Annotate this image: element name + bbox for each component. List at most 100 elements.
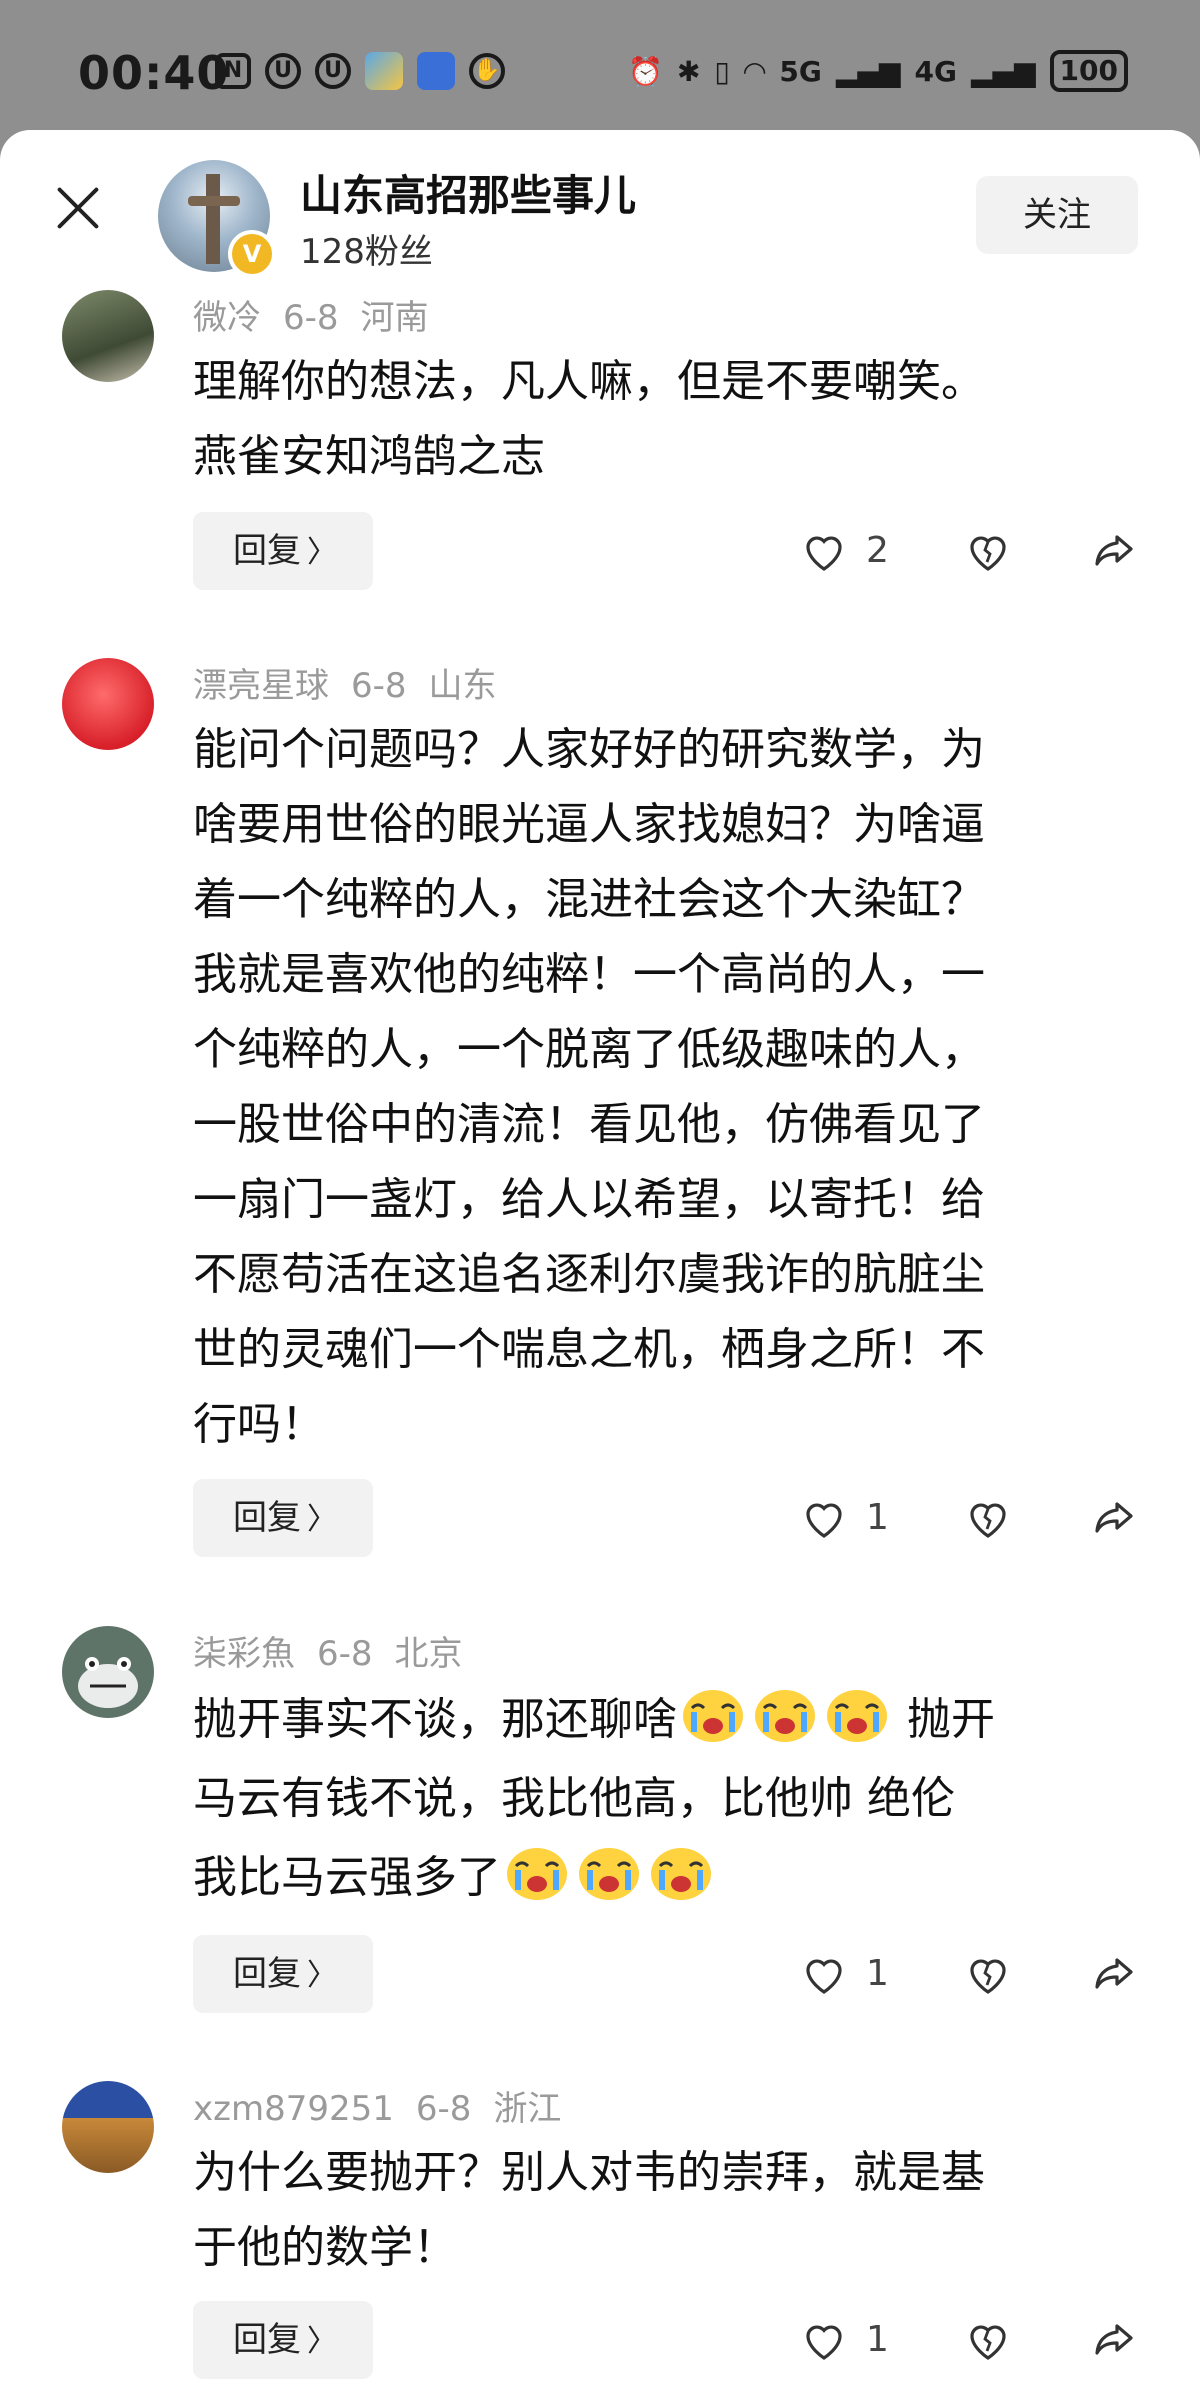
chevron-right-icon: 〉	[307, 2324, 337, 2359]
chevron-right-icon: 〉	[307, 535, 337, 570]
alarm-icon: ⏰	[628, 54, 663, 88]
reply-button[interactable]: 回复〉	[193, 2301, 373, 2379]
avatar-pillar	[206, 174, 220, 264]
comment-username[interactable]: 微冷	[193, 298, 261, 338]
close-icon[interactable]	[50, 180, 106, 236]
signal-4g: 4G	[914, 54, 957, 88]
share-icon[interactable]	[1088, 2316, 1138, 2364]
author-fans-count: 128粉丝	[300, 232, 433, 272]
signal-bars-icon-2: ▂▄▆	[970, 54, 1036, 88]
user-avatar[interactable]	[62, 658, 154, 750]
comment-location: 浙江	[493, 2089, 562, 2129]
comment-line: 行吗！	[193, 1399, 325, 1450]
comment-location: 山东	[428, 666, 497, 706]
comment-username[interactable]: 漂亮星球	[193, 666, 329, 706]
follow-button[interactable]: 关注	[976, 176, 1138, 254]
signal-bars-icon: ▂▄▆	[835, 54, 901, 88]
reply-label: 回复	[233, 1954, 301, 1994]
status-bar: 00:40 N U U ✋ ⏰ ✱ ▯ ◠ 5G ▂▄▆ 4G ▂▄▆ 100	[0, 0, 1200, 140]
comment-line: 一扇门一盏灯，给人以希望，以寄托！给	[193, 1174, 985, 1225]
comment-date: 6-8	[317, 1634, 373, 1674]
reply-label: 回复	[233, 2320, 301, 2360]
share-icon[interactable]	[1088, 527, 1138, 575]
user-avatar[interactable]	[62, 2081, 154, 2173]
comment-meta: 漂亮星球 6-8 山东	[193, 658, 519, 707]
comment-fragment: 抛开事实不谈，那还聊啥	[193, 1694, 677, 1745]
like-count: 2	[866, 530, 889, 571]
like-count: 1	[866, 2319, 889, 2360]
crying-emoji-icon	[824, 1686, 890, 1744]
share-icon[interactable]	[1088, 1494, 1138, 1542]
comment-line: 为什么要抛开？别人对韦的崇拜，就是基	[193, 2147, 985, 2198]
comment-line: 燕雀安知鸿鹄之志	[193, 431, 545, 482]
comment-line: 能问个问题吗？人家好好的研究数学，为	[193, 724, 985, 775]
hand-icon: ✋	[469, 53, 505, 89]
crying-emoji-icon	[680, 1686, 746, 1744]
chevron-right-icon: 〉	[307, 1502, 337, 1537]
comment-line: 啥要用世俗的眼光逼人家找媳妇？为啥逼	[193, 799, 985, 850]
system-icons: ⏰ ✱ ▯ ◠ 5G ▂▄▆ 4G ▂▄▆ 100	[628, 50, 1128, 92]
comment-line: 不愿苟活在这追名逐利尔虞我诈的肮脏尘	[193, 1249, 985, 1300]
reply-button[interactable]: 回复〉	[193, 1935, 373, 2013]
comment-line: 一股世俗中的清流！看见他，仿佛看见了	[193, 1099, 985, 1150]
reply-button[interactable]: 回复〉	[193, 1479, 373, 1557]
app-notification-icon: U	[265, 53, 301, 89]
comment-line: 马云有钱不说，我比他高，比他帅 绝伦	[193, 1773, 955, 1824]
heart-icon[interactable]	[800, 2316, 848, 2364]
verified-badge: V	[228, 230, 276, 278]
comment-meta: 微冷 6-8 河南	[193, 290, 451, 339]
status-time: 00:40	[78, 46, 230, 100]
like-count: 1	[866, 1953, 889, 1994]
comment-line: 个纯粹的人，一个脱离了低级趣味的人，	[193, 1024, 985, 1075]
reply-button[interactable]: 回复〉	[193, 512, 373, 590]
broken-heart-icon[interactable]	[964, 1950, 1012, 1998]
chevron-right-icon: 〉	[307, 1958, 337, 1993]
comment-date: 6-8	[351, 666, 407, 706]
reply-label: 回复	[233, 531, 301, 571]
battery-icon: 100	[1049, 50, 1128, 92]
heart-icon[interactable]	[800, 1950, 848, 1998]
user-avatar[interactable]	[62, 290, 154, 382]
vibrate-icon: ▯	[714, 54, 730, 88]
nfc-icon: N	[215, 53, 251, 89]
comment-line: 世的灵魂们一个喘息之机，栖身之所！不	[193, 1324, 985, 1375]
comment-meta: xzm879251 6-8 浙江	[193, 2081, 583, 2130]
heart-icon[interactable]	[800, 1494, 848, 1542]
user-avatar[interactable]	[62, 1626, 154, 1718]
broken-heart-icon[interactable]	[964, 527, 1012, 575]
crying-emoji-icon	[648, 1844, 714, 1902]
avatar-wing	[188, 196, 240, 206]
comments-sheet: V 山东高招那些事儿 128粉丝 关注 微冷 6-8 河南 理解你的想法，凡人嘛，但…	[0, 130, 1200, 2387]
comment-text: 理解你的想法，凡人嘛，但是不要嘲笑。 燕雀安知鸿鹄之志	[193, 344, 1143, 494]
comment-line: 于他的数学！	[193, 2222, 457, 2273]
weather-app-icon	[365, 52, 403, 90]
wifi-icon: ◠	[743, 54, 766, 88]
signal-5g: 5G	[779, 54, 822, 88]
comment-fragment: 我比马云强多了	[193, 1852, 501, 1903]
crying-emoji-icon	[576, 1844, 642, 1902]
comment-username[interactable]: xzm879251	[193, 2089, 394, 2129]
heart-icon[interactable]	[800, 527, 848, 575]
comment-text: 能问个问题吗？人家好好的研究数学，为 啥要用世俗的眼光逼人家找媳妇？为啥逼 着一…	[193, 712, 1143, 1462]
author-name[interactable]: 山东高招那些事儿	[300, 162, 636, 223]
broken-heart-icon[interactable]	[964, 1494, 1012, 1542]
app-notification-icon-3	[417, 52, 455, 90]
comment-date: 6-8	[283, 298, 339, 338]
comment-line: 抛开事实不谈，那还聊啥 抛开	[193, 1680, 1143, 1759]
bluetooth-icon: ✱	[676, 54, 701, 88]
comment-text: 为什么要抛开？别人对韦的崇拜，就是基 于他的数学！	[193, 2135, 1143, 2285]
reply-label: 回复	[233, 1498, 301, 1538]
comment-location: 河南	[360, 298, 429, 338]
share-icon[interactable]	[1088, 1950, 1138, 1998]
comment-meta: 柒彩魚 6-8 北京	[193, 1626, 485, 1675]
comment-line: 我就是喜欢他的纯粹！一个高尚的人，一	[193, 949, 985, 1000]
app-notification-icon-2: U	[315, 53, 351, 89]
comment-text: 抛开事实不谈，那还聊啥 抛开 马云有钱不说，我比他高，比他帅 绝伦 我比马云强多…	[193, 1680, 1143, 1917]
broken-heart-icon[interactable]	[964, 2316, 1012, 2364]
comment-username[interactable]: 柒彩魚	[193, 1634, 295, 1674]
comment-line: 我比马云强多了	[193, 1838, 1143, 1917]
comment-fragment: 抛开	[893, 1694, 995, 1745]
crying-emoji-icon	[752, 1686, 818, 1744]
comment-location: 北京	[394, 1634, 463, 1674]
comment-date: 6-8	[415, 2089, 472, 2129]
